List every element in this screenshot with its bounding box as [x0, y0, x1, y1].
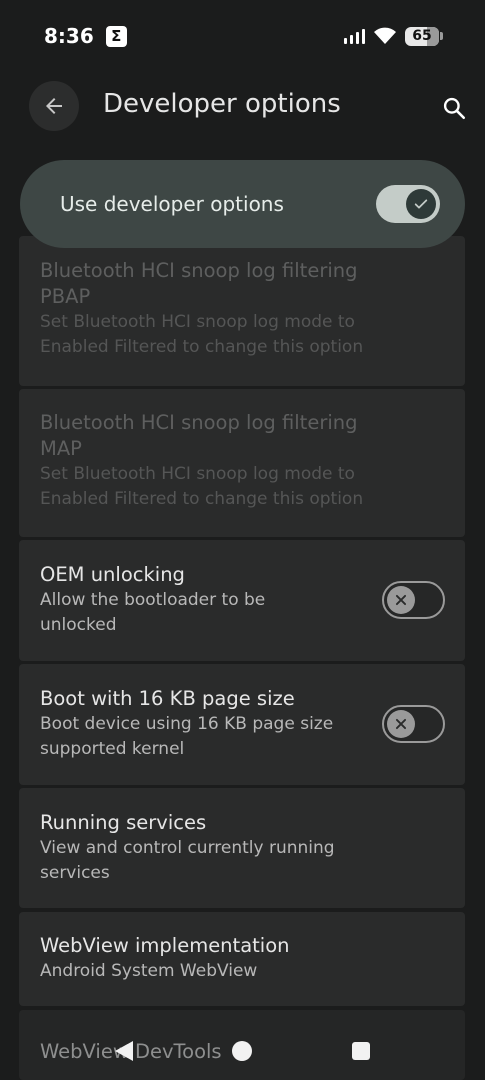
navigation-bar	[0, 1020, 485, 1080]
battery-icon: 65	[405, 26, 443, 46]
setting-summary: Allow the bootloader to be	[40, 590, 266, 610]
setting-title: Boot with 16 KB page size	[40, 687, 295, 710]
wifi-icon	[374, 27, 396, 44]
setting-summary-line2: supported kernel	[40, 739, 185, 759]
arrow-back-icon	[46, 98, 62, 114]
notification-badge: Σ	[105, 25, 127, 47]
master-switch-label: Use developer options	[60, 192, 284, 216]
setting-boot-16kb[interactable]: Boot with 16 KB page size Boot device us…	[19, 664, 465, 785]
setting-summary-line2: services	[40, 863, 110, 883]
setting-title-line2: PBAP	[40, 285, 91, 308]
status-time: 8:36	[44, 24, 94, 48]
setting-summary: View and control currently running	[40, 838, 335, 858]
setting-title: Bluetooth HCI snoop log filtering	[40, 259, 358, 282]
setting-title: OEM unlocking	[40, 563, 185, 586]
setting-summary: Boot device using 16 KB page size	[40, 714, 334, 734]
search-icon	[443, 97, 466, 120]
setting-bt-snoop-map: Bluetooth HCI snoop log filtering MAP Se…	[19, 389, 465, 537]
boot-16kb-toggle[interactable]	[382, 705, 445, 743]
battery-level: 65	[412, 28, 432, 44]
setting-bt-snoop-pbap: Bluetooth HCI snoop log filtering PBAP S…	[19, 236, 465, 386]
back-button[interactable]	[29, 81, 79, 131]
setting-webview-implementation[interactable]: WebView implementation Android System We…	[19, 912, 465, 1006]
setting-summary: Set Bluetooth HCI snoop log mode to	[40, 312, 355, 332]
setting-title: Running services	[40, 811, 207, 834]
setting-summary-line2: unlocked	[40, 615, 117, 635]
search-button[interactable]	[436, 90, 472, 126]
status-bar: 8:36 Σ 65	[0, 0, 485, 72]
nav-recents-icon[interactable]	[352, 1042, 370, 1060]
use-developer-options-switch[interactable]: Use developer options	[20, 160, 465, 248]
oem-unlocking-toggle[interactable]	[382, 581, 445, 619]
close-icon	[387, 586, 415, 614]
setting-title: Bluetooth HCI snoop log filtering	[40, 411, 358, 434]
nav-back-icon[interactable]	[113, 1040, 135, 1062]
setting-summary-line2: Enabled Filtered to change this option	[40, 489, 364, 509]
page-title: Developer options	[103, 89, 341, 119]
signal-icon	[344, 28, 365, 44]
setting-summary-line2: Enabled Filtered to change this option	[40, 337, 364, 357]
check-icon	[406, 189, 436, 219]
setting-oem-unlocking[interactable]: OEM unlocking Allow the bootloader to be…	[19, 540, 465, 661]
close-icon	[387, 710, 415, 738]
nav-home-icon[interactable]	[232, 1041, 252, 1061]
setting-running-services[interactable]: Running services View and control curren…	[19, 788, 465, 908]
app-bar: Developer options	[0, 76, 485, 138]
master-toggle[interactable]	[376, 185, 440, 223]
setting-summary: Set Bluetooth HCI snoop log mode to	[40, 464, 355, 484]
setting-title-line2: MAP	[40, 437, 82, 460]
setting-summary: Android System WebView	[40, 961, 258, 981]
setting-title: WebView implementation	[40, 934, 290, 957]
